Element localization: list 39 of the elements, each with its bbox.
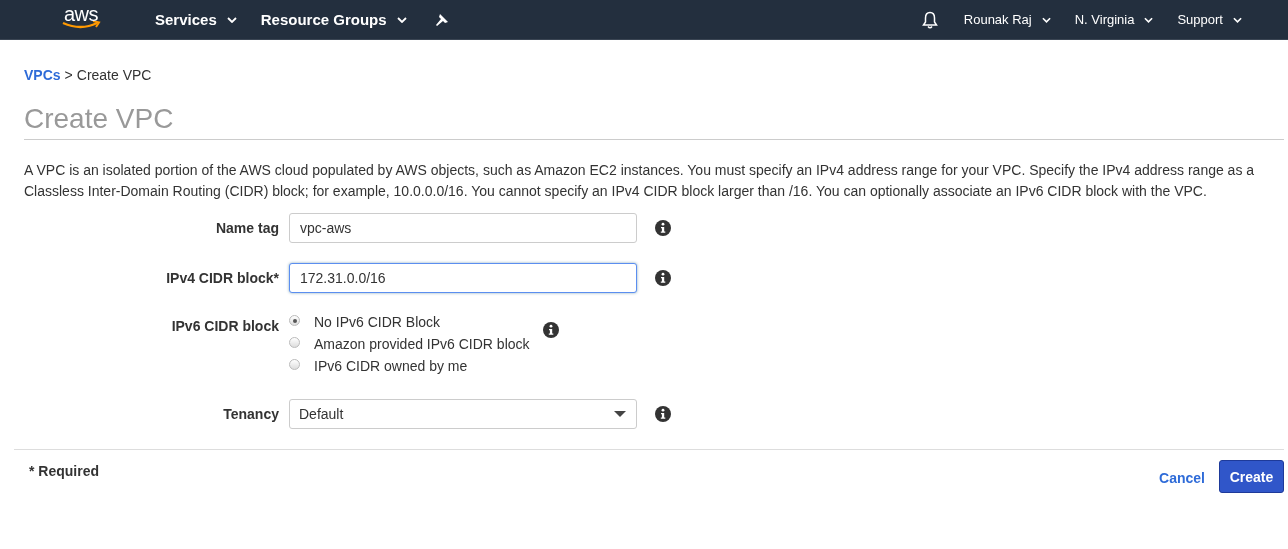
tenancy-dropdown[interactable]: Default	[289, 399, 637, 429]
radio-button[interactable]	[289, 359, 300, 370]
breadcrumb-separator: >	[64, 67, 73, 83]
radio-label[interactable]: Amazon provided IPv6 CIDR block	[314, 336, 530, 352]
caret-icon	[1233, 16, 1242, 23]
info-icon[interactable]	[655, 270, 671, 286]
info-icon[interactable]	[655, 220, 671, 236]
nav-menu[interactable]: Services	[155, 11, 237, 28]
caret-icon	[1144, 16, 1154, 23]
caret-icon	[614, 411, 626, 417]
radio-button[interactable]	[289, 337, 300, 348]
nav-menu[interactable]: Rounak Raj	[963, 12, 1051, 27]
field-label: Name tag	[214, 220, 279, 236]
caret-icon	[1041, 16, 1051, 23]
nav-menu[interactable]: N. Virginia	[1074, 12, 1154, 27]
breadcrumb-current: Create VPC	[76, 67, 152, 83]
aws-logo[interactable]: aws	[60, 6, 102, 29]
cancel-link[interactable]: Cancel	[1159, 470, 1205, 486]
radio-button[interactable]	[289, 315, 300, 326]
page-title: Create VPC	[24, 103, 1284, 140]
text-field[interactable]: vpc-aws	[289, 213, 637, 243]
nav-menu[interactable]: Resource Groups	[260, 11, 407, 28]
required-note: * Required	[29, 463, 99, 479]
caret-icon	[226, 16, 237, 23]
breadcrumb-link[interactable]: VPCs	[24, 67, 61, 83]
description-text: A VPC is an isolated portion of the AWS cloud populated by AWS objects, such as Amazon EC2 instances. You must specify an IPv4 address range for your VPC. Specify the IPv4 address range as a Classless Inter-Domain Routing (CIDR) block; for example, 10.0.0.0/16. You cannot specify an IPv4 CIDR block larger than /16. You can optionally associate an IPv6 CIDR block with the VPC.	[24, 161, 1256, 201]
field-label: IPv4 CIDR block*	[165, 270, 279, 286]
create-button[interactable]: Create	[1219, 460, 1284, 493]
notification-bell-icon[interactable]	[921, 10, 938, 29]
info-icon[interactable]	[655, 406, 671, 422]
field-label: Tenancy	[222, 406, 279, 422]
radio-label[interactable]: IPv6 CIDR owned by me	[314, 358, 468, 374]
caret-icon	[396, 16, 407, 23]
radio-label[interactable]: No IPv6 CIDR Block	[314, 314, 441, 330]
info-icon[interactable]	[543, 322, 559, 338]
text-field[interactable]: 172.31.0.0/16	[289, 263, 637, 293]
pin-icon[interactable]	[434, 12, 449, 27]
field-label: IPv6 CIDR block	[170, 318, 279, 334]
nav-menu[interactable]: Support	[1177, 12, 1242, 27]
